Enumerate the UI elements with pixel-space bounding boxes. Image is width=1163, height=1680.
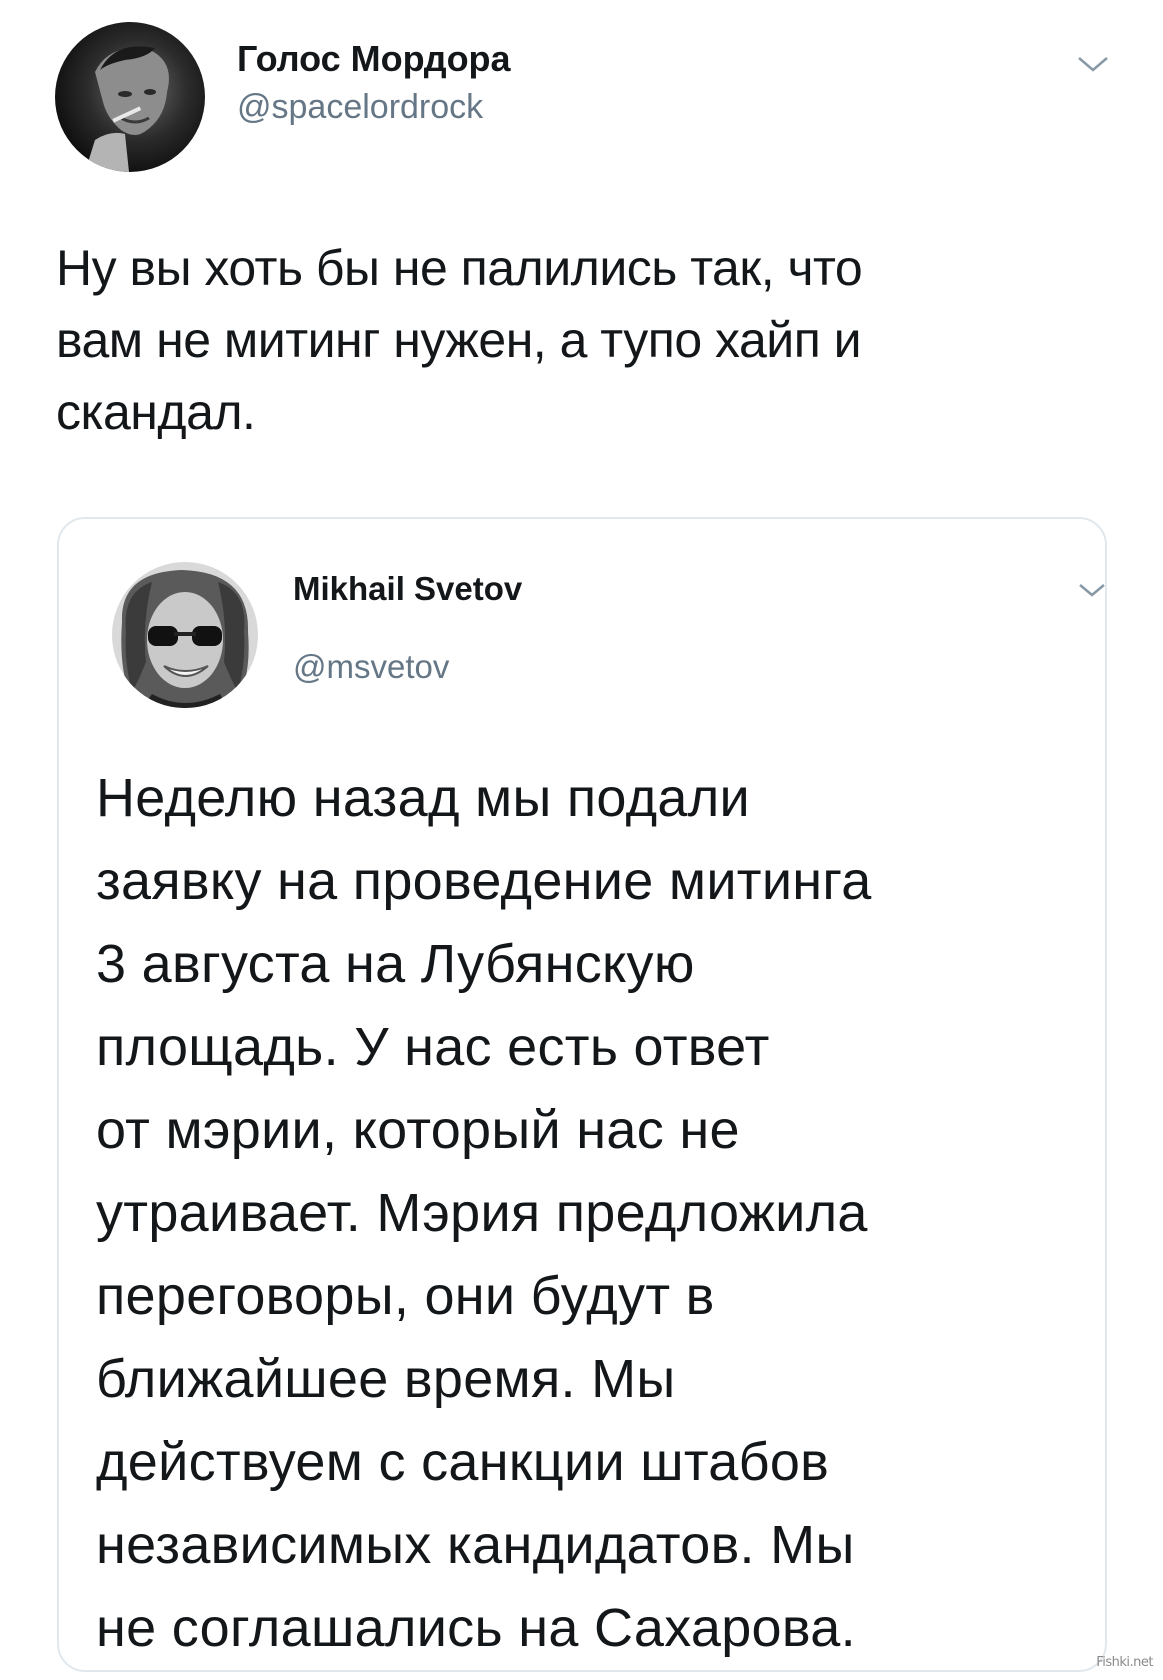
tweet-text-line: переговоры, они будут в — [96, 1266, 715, 1326]
quoted-tweet-text: Неделю назад мы подали заявку на проведе… — [96, 757, 1096, 1670]
tweet-text-line: заявку на проведение митинга — [96, 851, 872, 911]
quoted-avatar[interactable] — [112, 562, 258, 708]
author-handle[interactable]: @spacelordrock — [237, 88, 483, 127]
tweet-text-line: Неделю назад мы подали — [96, 768, 750, 828]
tweet-text-line: 3 августа на Лубянскую — [96, 934, 695, 994]
tweet-text-line: скандал. — [56, 384, 256, 440]
quoted-author-display-name[interactable]: Mikhail Svetov — [293, 570, 522, 608]
tweet-text-line: действуем с санкции штабов — [96, 1432, 830, 1492]
tweet-text-line: от мэрии, который нас не — [96, 1100, 740, 1160]
tweet-text-line: вам не митинг нужен, а тупо хайп и — [56, 312, 862, 368]
tweet-text: Ну вы хоть бы не палились так, что вам н… — [56, 232, 1086, 448]
chevron-down-icon[interactable] — [1077, 580, 1107, 600]
author-display-name[interactable]: Голос Мордора — [237, 38, 511, 80]
chevron-down-icon[interactable] — [1075, 52, 1111, 76]
avatar-photo — [55, 22, 205, 172]
tweet-text-line: утраивает. Мэрия предложила — [96, 1183, 868, 1243]
tweet-text-line: площадь. У нас есть ответ — [96, 1017, 770, 1077]
tweet-text-line: ближайшее время. Мы — [96, 1349, 676, 1409]
tweet-text-line: не соглашались на Сахарова. — [96, 1598, 856, 1658]
watermark: Fishki.net — [1096, 1655, 1153, 1670]
quoted-author-handle[interactable]: @msvetov — [293, 648, 449, 686]
tweet-text-line: Ну вы хоть бы не палились так, что — [56, 240, 863, 296]
tweet-text-line: независимых кандидатов. Мы — [96, 1515, 855, 1575]
avatar-photo — [112, 562, 258, 708]
avatar[interactable] — [55, 22, 205, 172]
